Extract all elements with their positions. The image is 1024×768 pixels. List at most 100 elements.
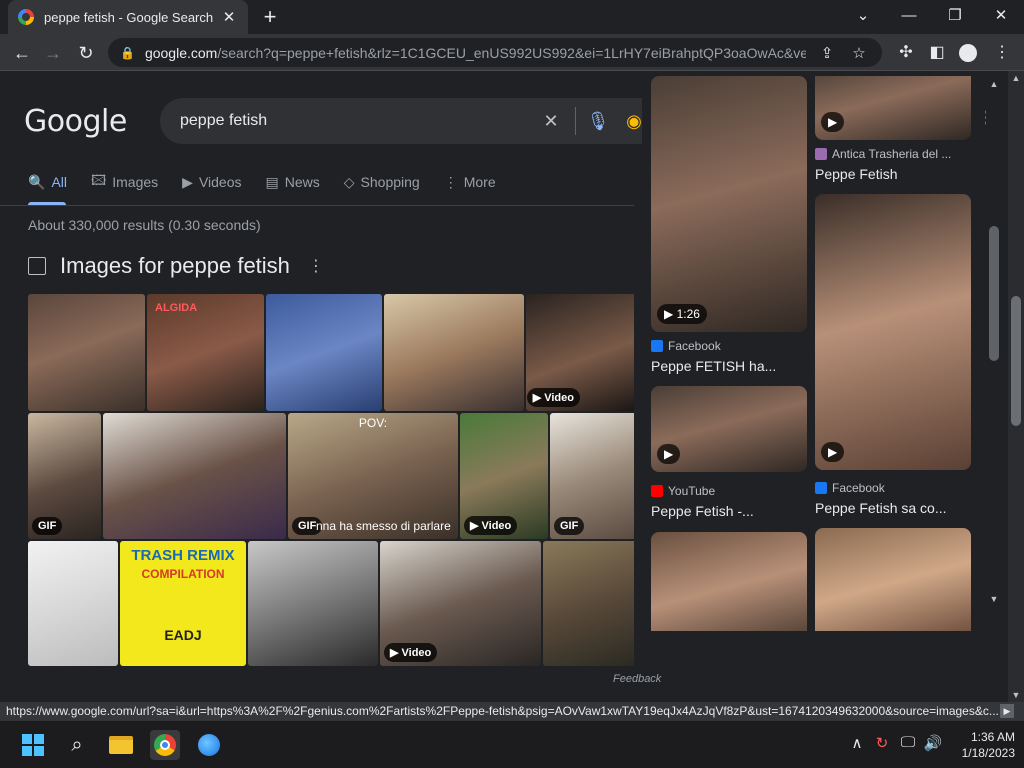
restore-button[interactable]: ❐	[940, 3, 970, 29]
search-tabs: 🔍 All 🖾 Images ▶ Videos ▤ News ◇ Shopping ⋮ Mo…	[28, 171, 496, 193]
images-section-title[interactable]: Images for peppe fetish	[60, 253, 290, 279]
tab-more[interactable]: ⋮ More	[444, 171, 496, 193]
panel-title[interactable]: Peppe FETISH ha...	[651, 358, 776, 374]
video-subtitle: nna ha smesso di parlare	[316, 519, 451, 533]
browser-toolbar: ← → ↻ 🔒 google.com/search?q=peppe+fetish…	[0, 34, 1024, 71]
panel-source[interactable]: Facebook	[651, 339, 721, 353]
algida-caption: ALGIDA	[155, 302, 198, 314]
profile-icon[interactable]	[955, 40, 981, 66]
forward-icon[interactable]: →	[40, 40, 66, 66]
image-result-tile[interactable]: GIF	[28, 413, 101, 539]
page-scroll-down-icon[interactable]: ▼	[1008, 690, 1024, 700]
image-result-tile[interactable]	[543, 541, 634, 666]
bookmark-star-icon[interactable]: ☆	[848, 44, 870, 62]
tab-strip: peppe fetish - Google Search ✕ + ⌄ — ❐ ✕	[0, 0, 1024, 34]
voice-search-icon[interactable]: 🎙	[584, 111, 612, 132]
tab-search-button[interactable]: ⌄	[848, 3, 878, 29]
minimize-button[interactable]: —	[894, 3, 924, 29]
page-scroll-up-icon[interactable]: ▲	[1008, 73, 1024, 83]
more-dots-icon: ⋮	[443, 173, 458, 190]
image-result-tile[interactable]: GIF	[550, 413, 634, 539]
video-duration: ▶ 1:26	[657, 304, 707, 324]
image-result-tile[interactable]: TRASH REMIX COMPILATION EADJ	[120, 541, 246, 666]
image-result-tile[interactable]: ▶ Video	[380, 541, 541, 666]
scroll-down-icon[interactable]: ▼	[986, 594, 1002, 604]
video-tab-icon: ▶	[182, 173, 193, 190]
clear-icon[interactable]: ✕	[537, 111, 565, 132]
tab-news[interactable]: ▤ News	[266, 171, 320, 193]
result-stats: About 330,000 results (0.30 seconds)	[28, 217, 261, 233]
close-window-button[interactable]: ✕	[986, 3, 1016, 29]
search-divider	[575, 107, 576, 135]
volume-icon[interactable]: 🔊	[923, 734, 943, 752]
section-options-icon[interactable]: ⋮	[308, 256, 324, 276]
side-panel-icon[interactable]: ◧	[924, 40, 950, 66]
reload-icon[interactable]: ↻	[73, 40, 99, 66]
chrome-menu-icon[interactable]: ⋮	[989, 40, 1015, 66]
image-result-tile[interactable]	[28, 541, 118, 666]
search-input[interactable]	[180, 112, 529, 130]
eadj-caption: EADJ	[164, 627, 202, 643]
browser-tab[interactable]: peppe fetish - Google Search ✕	[8, 0, 248, 34]
image-result-tile[interactable]: ▶ Video	[526, 294, 634, 411]
search-box[interactable]: ✕ 🎙 ◉ ⌕	[160, 98, 698, 144]
share-icon[interactable]: ⇪	[816, 44, 838, 62]
google-logo[interactable]: Google	[24, 104, 127, 139]
page-scrollbar[interactable]: ▲ ▼	[1008, 71, 1024, 702]
status-arrow-icon[interactable]: ▶	[1000, 704, 1014, 718]
globe-app-icon[interactable]	[194, 730, 224, 760]
facebook-icon	[815, 482, 827, 494]
tab-close-icon[interactable]: ✕	[220, 8, 238, 26]
panel-source[interactable]: YouTube	[651, 484, 715, 498]
image-result-tile[interactable]	[103, 413, 286, 539]
chrome-taskbar-icon[interactable]	[150, 730, 180, 760]
panel-source[interactable]: Antica Trasheria del ...	[815, 147, 951, 161]
news-tab-icon: ▤	[265, 173, 279, 190]
panel-scroll-thumb[interactable]	[989, 226, 999, 361]
image-result-tile[interactable]: POV: GIF nna ha smesso di parlare	[288, 413, 458, 539]
taskbar-search-icon[interactable]: ⌕	[62, 730, 92, 760]
file-explorer-icon[interactable]	[106, 730, 136, 760]
tab-videos[interactable]: ▶ Videos	[182, 171, 241, 193]
play-icon: ▶	[821, 442, 845, 462]
taskbar-clock[interactable]: 1:36 AM 1/18/2023	[953, 729, 1015, 761]
panel-video-thumbnail[interactable]: ▶	[815, 76, 971, 140]
video-badge: ▶ Video	[384, 643, 438, 662]
back-icon[interactable]: ←	[9, 40, 35, 66]
image-result-tile[interactable]	[384, 294, 524, 411]
image-result-tile[interactable]	[248, 541, 378, 666]
tab-shopping[interactable]: ◇ Shopping	[344, 171, 420, 193]
page-scroll-thumb[interactable]	[1011, 296, 1021, 426]
panel-title[interactable]: Peppe Fetish -...	[651, 503, 754, 519]
image-result-tile[interactable]: ALGIDA	[147, 294, 264, 411]
tab-images[interactable]: 🖾 Images	[91, 171, 158, 193]
url-domain: google.com	[144, 44, 218, 61]
feedback-link[interactable]: Feedback	[613, 673, 661, 685]
extensions-icon[interactable]: ✣	[893, 40, 919, 66]
lock-icon[interactable]: 🔒	[120, 46, 135, 60]
panel-title[interactable]: Peppe Fetish	[815, 166, 898, 182]
tray-chevron-icon[interactable]: ∧	[847, 734, 867, 752]
image-tab-icon: 🖾	[91, 172, 107, 188]
site-favicon-icon	[815, 148, 827, 160]
address-bar[interactable]: 🔒 google.com/search?q=peppe+fetish&rlz=1…	[108, 38, 882, 67]
panel-video-thumbnail[interactable]: ▶	[651, 386, 807, 472]
panel-scrollbar[interactable]: ▲ ▼	[986, 76, 1002, 606]
image-result-tile[interactable]: ▶ Video	[460, 413, 548, 539]
panel-video-thumbnail[interactable]: ▶	[815, 194, 971, 470]
play-icon: ▶	[821, 112, 845, 132]
panel-video-thumbnail[interactable]: ▶ 1:26	[651, 76, 807, 332]
scroll-up-icon[interactable]: ▲	[986, 79, 1002, 89]
windows-start-icon[interactable]	[18, 730, 48, 760]
panel-title[interactable]: Peppe Fetish sa co...	[815, 500, 947, 516]
network-icon[interactable]: 🖵	[898, 734, 918, 751]
sync-icon[interactable]: ↻	[872, 734, 892, 752]
new-tab-button[interactable]: +	[258, 5, 282, 29]
panel-image-thumbnail[interactable]	[651, 532, 807, 631]
google-favicon-icon	[18, 9, 34, 25]
image-result-tile[interactable]	[28, 294, 145, 411]
tab-all[interactable]: 🔍 All	[28, 171, 67, 193]
image-result-tile[interactable]	[266, 294, 382, 411]
panel-source[interactable]: Facebook	[815, 481, 885, 495]
panel-image-thumbnail[interactable]	[815, 528, 971, 631]
